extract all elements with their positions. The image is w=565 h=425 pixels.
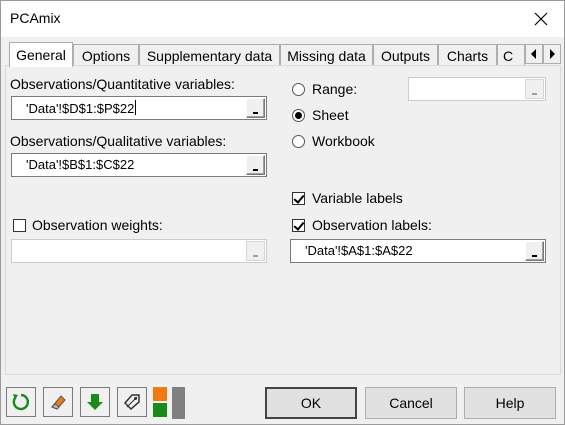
- range-field[interactable]: [408, 77, 546, 101]
- close-icon: [534, 12, 548, 26]
- gray-bar-icon: [172, 387, 185, 419]
- range-select-button[interactable]: [525, 79, 544, 99]
- title-bar: PCAmix: [1, 1, 564, 37]
- observation-weights-field[interactable]: [11, 239, 267, 263]
- qualitative-variables-value: 'Data'!$B$1:$C$22: [26, 157, 135, 172]
- tab-supplementary-data[interactable]: Supplementary data: [139, 44, 280, 66]
- eraser-button[interactable]: [43, 387, 73, 417]
- tab-missing-data[interactable]: Missing data: [280, 44, 373, 66]
- observation-weights-select-button[interactable]: [246, 241, 265, 261]
- qualitative-range-select-button[interactable]: [246, 155, 265, 175]
- window-title: PCAmix: [10, 10, 61, 26]
- triangle-left-icon: [531, 49, 536, 59]
- workbook-radio[interactable]: [292, 135, 305, 148]
- reset-button[interactable]: [6, 387, 36, 417]
- orange-square-icon: [153, 387, 167, 401]
- tab-scroll-left-button[interactable]: [525, 44, 543, 64]
- observation-labels-select-button[interactable]: [525, 241, 544, 261]
- quantitative-variables-label: Observations/Quantitative variables:: [10, 76, 235, 92]
- close-button[interactable]: [518, 1, 564, 37]
- green-square-icon: [153, 403, 167, 417]
- tab-partial[interactable]: C: [497, 44, 525, 66]
- tab-options[interactable]: Options: [73, 44, 139, 66]
- sheet-radio[interactable]: [292, 109, 305, 122]
- eraser-icon: [51, 395, 66, 410]
- range-radio-label: Range:: [312, 81, 358, 97]
- download-button[interactable]: [80, 387, 110, 417]
- sheet-radio-label: Sheet: [312, 107, 349, 123]
- refresh-icon: [12, 393, 30, 411]
- tab-outputs[interactable]: Outputs: [373, 44, 438, 66]
- arrow-down-icon: [87, 394, 103, 410]
- tab-strip: General Options Supplementary data Missi…: [7, 42, 562, 67]
- tab-charts[interactable]: Charts: [438, 44, 497, 66]
- variable-labels-checkbox[interactable]: [292, 192, 305, 205]
- ok-button[interactable]: OK: [265, 387, 357, 419]
- observation-weights-checkbox[interactable]: [13, 219, 26, 232]
- cancel-button[interactable]: Cancel: [365, 387, 457, 419]
- workbook-radio-label: Workbook: [312, 133, 375, 149]
- triangle-right-icon: [550, 49, 555, 59]
- general-panel: Observations/Quantitative variables: 'Da…: [5, 65, 561, 375]
- options-button[interactable]: [117, 387, 147, 417]
- observation-weights-label: Observation weights:: [32, 217, 163, 233]
- quantitative-range-select-button[interactable]: [246, 98, 265, 118]
- qualitative-variables-field[interactable]: 'Data'!$B$1:$C$22: [11, 153, 267, 177]
- quantitative-variables-field[interactable]: 'Data'!$D$1:$P$22: [11, 96, 267, 120]
- tag-icon: [123, 394, 140, 411]
- qualitative-variables-label: Observations/Qualitative variables:: [10, 133, 227, 149]
- tab-general[interactable]: General: [9, 42, 73, 67]
- bottom-toolbar: OK Cancel Help: [1, 379, 564, 425]
- help-button[interactable]: Help: [464, 387, 556, 419]
- variable-labels-label: Variable labels: [312, 190, 403, 206]
- pcamix-dialog: PCAmix General Options Supplementary dat…: [0, 0, 565, 425]
- quantitative-variables-value: 'Data'!$D$1:$P$22: [26, 100, 137, 116]
- range-radio[interactable]: [292, 83, 305, 96]
- observation-labels-field[interactable]: 'Data'!$A$1:$A$22: [290, 239, 546, 263]
- observation-labels-checkbox[interactable]: [292, 219, 305, 232]
- tab-scroll-right-button[interactable]: [543, 44, 561, 64]
- observation-labels-label: Observation labels:: [312, 217, 432, 233]
- observation-labels-value: 'Data'!$A$1:$A$22: [305, 243, 413, 258]
